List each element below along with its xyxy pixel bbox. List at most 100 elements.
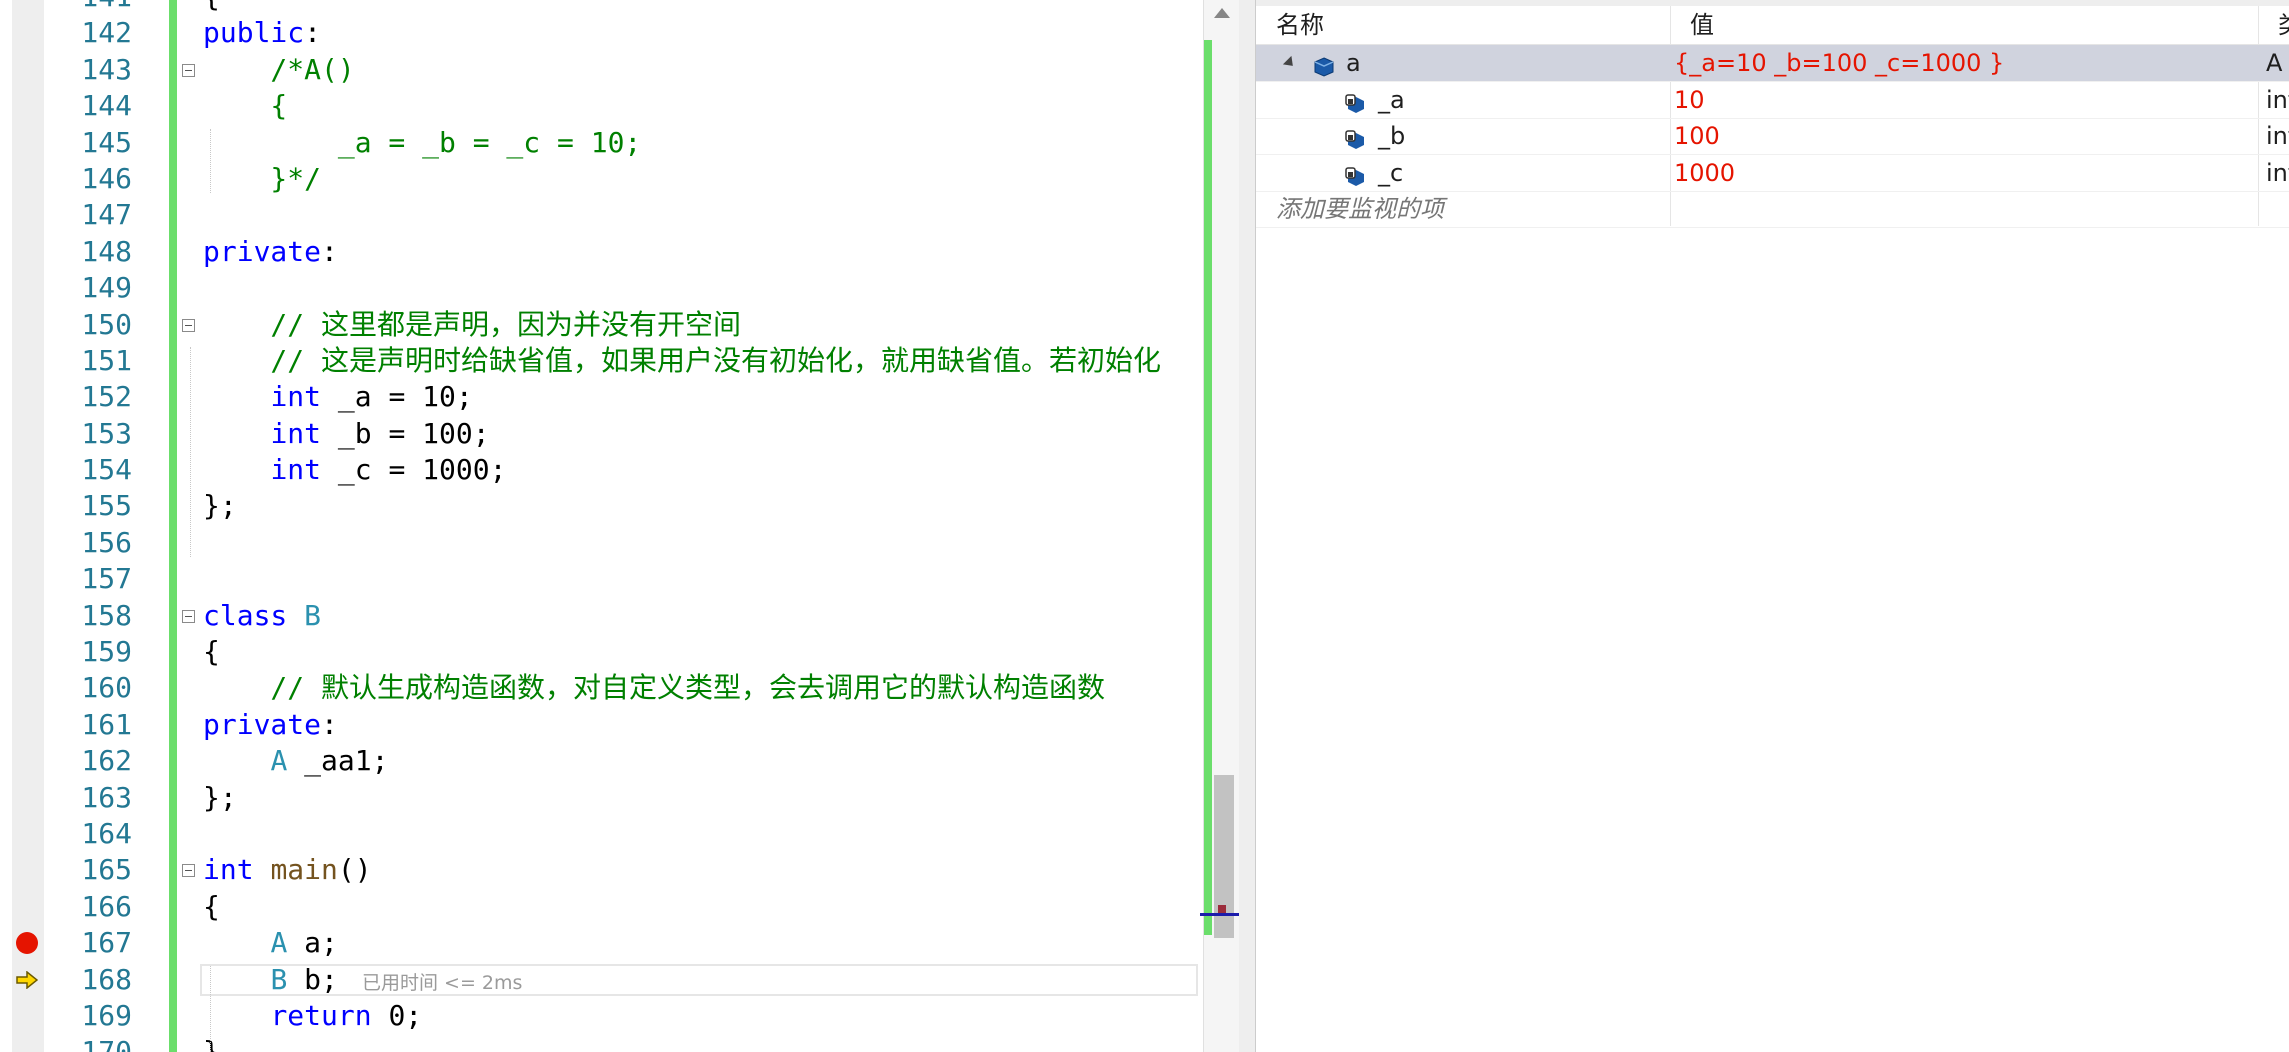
scroll-up-arrow-icon[interactable]: [1214, 8, 1230, 18]
code-text[interactable]: {: [203, 0, 220, 15]
code-line[interactable]: 152 int _a = 10;: [0, 379, 1203, 415]
code-line[interactable]: 166 {: [0, 889, 1203, 925]
panel-splitter[interactable]: [1239, 0, 1256, 1052]
watch-column-header: 名称 值 类: [1256, 6, 2289, 45]
code-line[interactable]: 151 // 这是声明时给缺省值，如果用户没有初始化，就用缺省值。若初始化: [0, 343, 1203, 379]
code-line[interactable]: 164: [0, 816, 1203, 852]
code-text[interactable]: /*A(): [203, 52, 355, 88]
code-line[interactable]: 143 /*A(): [0, 52, 1203, 88]
code-text[interactable]: private:: [203, 707, 338, 743]
code-area[interactable]: 141{142public:143 /*A()144 {145 _a = _b …: [0, 0, 1203, 1052]
watch-row[interactable]: _b 100 int: [1256, 118, 2289, 156]
breakpoint-icon[interactable]: [16, 932, 38, 955]
watch-value[interactable]: {_a=10 _b=100 _c=1000 }: [1674, 45, 2004, 81]
code-line[interactable]: 149: [0, 270, 1203, 306]
collapse-toggle-icon[interactable]: [182, 318, 195, 332]
watch-row[interactable]: _c 1000 int: [1256, 155, 2289, 192]
code-line[interactable]: 159 {: [0, 634, 1203, 670]
code-token: :: [321, 234, 338, 268]
code-line[interactable]: 163};: [0, 780, 1203, 816]
code-text[interactable]: // 这里都是声明，因为并没有开空间: [203, 307, 741, 343]
code-line[interactable]: 161 private:: [0, 707, 1203, 743]
code-token: int: [270, 380, 322, 414]
code-line[interactable]: 155};: [0, 488, 1203, 524]
watch-type: int: [2266, 122, 2289, 151]
add-watch-item-placeholder[interactable]: 添加要监视的项: [1276, 191, 1444, 227]
code-text[interactable]: B b;: [203, 962, 337, 998]
column-header-value[interactable]: 值: [1670, 6, 2270, 44]
add-watch-item-row[interactable]: 添加要监视的项: [1256, 191, 2289, 229]
code-text[interactable]: {: [203, 88, 287, 124]
code-line[interactable]: 150 // 这里都是声明，因为并没有开空间: [0, 307, 1203, 343]
current-line-highlight: [200, 963, 1198, 996]
code-token: A: [270, 926, 288, 960]
line-number: 156: [81, 525, 132, 559]
code-line[interactable]: 156: [0, 525, 1203, 561]
code-token: /*A(): [203, 52, 355, 86]
code-text[interactable]: return 0;: [203, 998, 422, 1034]
code-text[interactable]: };: [203, 780, 237, 816]
indent-guide: [190, 347, 191, 558]
code-line[interactable]: 169 return 0;: [0, 998, 1203, 1034]
code-editor[interactable]: 141{142public:143 /*A()144 {145 _a = _b …: [0, 0, 1203, 1052]
expand-collapse-icon[interactable]: [1282, 55, 1298, 71]
code-text[interactable]: private:: [203, 234, 338, 270]
code-line[interactable]: 160 // 默认生成构造函数，对自定义类型，会去调用它的默认构造函数: [0, 670, 1203, 706]
code-text[interactable]: A a;: [203, 925, 337, 961]
code-text[interactable]: A _aa1;: [203, 743, 388, 779]
code-line[interactable]: 146 }*/: [0, 161, 1203, 197]
code-line[interactable]: 162 A _aa1;: [0, 743, 1203, 779]
code-text[interactable]: int _b = 100;: [203, 416, 489, 452]
instruction-pointer-arrow-icon[interactable]: [16, 969, 39, 990]
code-line[interactable]: 167 A a;: [0, 925, 1203, 961]
watch-row[interactable]: a {_a=10 _b=100 _c=1000 } A: [1256, 45, 2289, 82]
code-line[interactable]: 157: [0, 561, 1203, 597]
line-number: 166: [81, 889, 132, 923]
watch-name: _a: [1378, 85, 1405, 114]
code-text[interactable]: };: [203, 488, 237, 524]
perf-tip[interactable]: 已用时间 <= 2ms: [362, 968, 522, 995]
code-token: };: [203, 489, 237, 523]
code-text[interactable]: _a = _b = _c = 10;: [203, 125, 641, 161]
code-line[interactable]: 170}: [0, 1034, 1203, 1052]
code-line[interactable]: 153 int _b = 100;: [0, 416, 1203, 452]
code-line[interactable]: 158 class B: [0, 598, 1203, 634]
line-number: 163: [81, 780, 132, 814]
line-number: 169: [81, 998, 132, 1032]
code-text[interactable]: {: [203, 889, 220, 925]
code-line[interactable]: 168 已用时间 <= 2ms B b;: [0, 962, 1203, 998]
column-header-type[interactable]: 类: [2258, 6, 2289, 44]
line-number: 155: [81, 489, 132, 523]
code-line[interactable]: 141 {: [0, 0, 1203, 15]
collapse-toggle-icon[interactable]: [182, 609, 195, 623]
editor-vertical-scrollbar[interactable]: [1200, 0, 1242, 1052]
code-line[interactable]: 147: [0, 197, 1203, 233]
code-line[interactable]: 154 int _c = 1000;: [0, 452, 1203, 488]
code-text[interactable]: // 这是声明时给缺省值，如果用户没有初始化，就用缺省值。若初始化: [203, 343, 1161, 379]
collapse-toggle-icon[interactable]: [182, 864, 195, 878]
code-line[interactable]: 142 public:: [0, 15, 1203, 51]
code-line[interactable]: 148 private:: [0, 234, 1203, 270]
watch-value[interactable]: 10: [1674, 82, 1705, 118]
code-text[interactable]: }: [203, 1034, 220, 1052]
collapse-toggle-icon[interactable]: [182, 63, 195, 77]
code-text[interactable]: int _c = 1000;: [203, 452, 506, 488]
code-text[interactable]: int main(): [203, 852, 372, 888]
watch-row[interactable]: _a 10 int: [1256, 82, 2289, 119]
code-text[interactable]: class B: [203, 598, 321, 634]
code-text[interactable]: }*/: [203, 161, 321, 197]
code-text[interactable]: // 默认生成构造函数，对自定义类型，会去调用它的默认构造函数: [203, 670, 1105, 706]
column-header-name[interactable]: 名称: [1256, 6, 1670, 44]
code-text[interactable]: {: [203, 634, 220, 670]
code-text[interactable]: public:: [203, 15, 321, 51]
scrollbar-caret-marker: [1200, 913, 1242, 916]
code-text[interactable]: int _a = 10;: [203, 379, 472, 415]
code-line[interactable]: 165 int main(): [0, 852, 1203, 888]
watch-value[interactable]: 1000: [1674, 155, 1735, 191]
watch-value[interactable]: 100: [1674, 118, 1720, 154]
code-line[interactable]: 144 {: [0, 88, 1203, 124]
code-line[interactable]: 145 _a = _b = _c = 10;: [0, 125, 1203, 161]
